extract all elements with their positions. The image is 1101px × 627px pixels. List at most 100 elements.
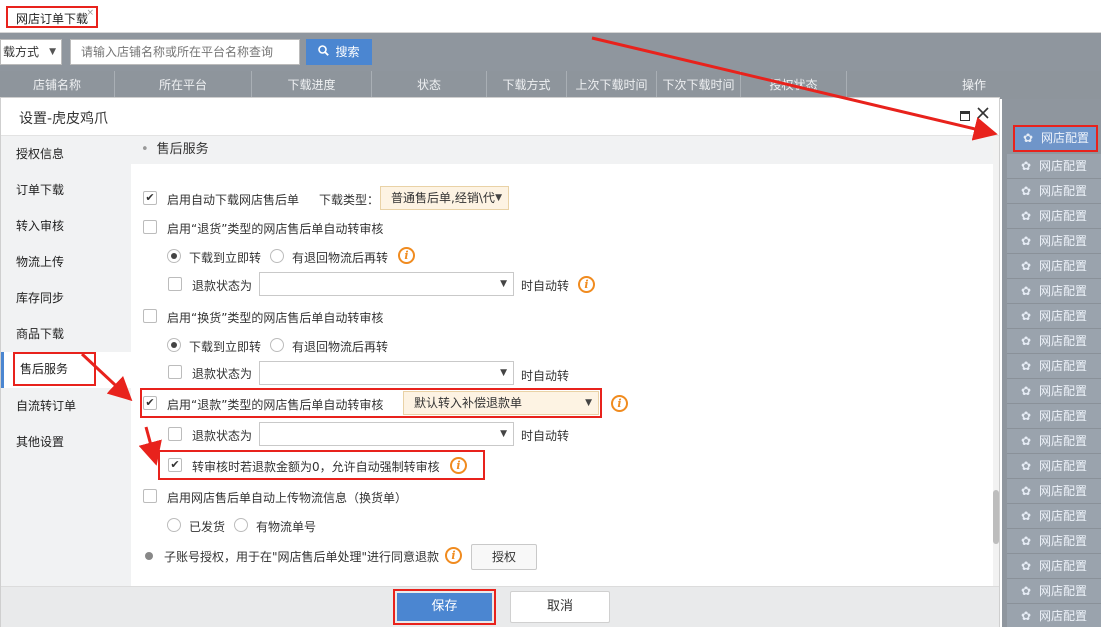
nav-item-label: 商品下载: [16, 327, 65, 341]
force-transfer-checkbox[interactable]: ✔: [168, 458, 182, 472]
gear-icon: ✿: [1021, 334, 1032, 348]
store-config-link[interactable]: ✿ 网店配置: [1007, 479, 1101, 504]
download-type-select[interactable]: 普通售后单,经销\代 ▼: [380, 186, 509, 210]
authorize-button[interactable]: 授权: [471, 544, 537, 570]
store-config-link[interactable]: ✿ 网店配置: [1007, 579, 1101, 604]
return-refund-status-checkbox[interactable]: [168, 277, 182, 291]
store-config-label: 网店配置: [1039, 259, 1088, 273]
store-config-link[interactable]: ✿ 网店配置: [1007, 229, 1101, 254]
nav-item-transfer-review[interactable]: 转入审核: [1, 208, 131, 244]
store-config-link[interactable]: ✿ 网店配置: [1007, 404, 1101, 429]
tab-bar: 网店订单下载 ×: [0, 0, 1101, 33]
info-icon[interactable]: i: [445, 547, 462, 564]
nav-item-auto-flow-order[interactable]: 自流转订单: [1, 388, 131, 424]
store-config-label: 网店配置: [1039, 309, 1088, 323]
store-config-link[interactable]: ✿ 网店配置: [1007, 279, 1101, 304]
store-config-link[interactable]: ✿ 网店配置: [1007, 254, 1101, 279]
nav-item-other-settings[interactable]: 其他设置: [1, 424, 131, 460]
tab-close-icon[interactable]: ×: [86, 2, 94, 24]
refund-status-label: 退款状态为: [192, 279, 253, 293]
gear-icon: ✿: [1021, 184, 1032, 198]
info-icon[interactable]: i: [398, 247, 415, 264]
save-button[interactable]: 保存: [393, 589, 496, 625]
info-icon[interactable]: i: [611, 395, 628, 412]
shipped-radio[interactable]: [167, 518, 181, 532]
col-last-download: 上次下载时间: [567, 71, 657, 99]
info-icon[interactable]: i: [578, 276, 595, 293]
search-icon: [318, 39, 330, 65]
scrollbar[interactable]: [993, 136, 999, 586]
store-config-link[interactable]: ✿ 网店配置: [1007, 329, 1101, 354]
store-config-link[interactable]: ✿ 网店配置: [1007, 179, 1101, 204]
store-config-link[interactable]: ✿ 网店配置: [1007, 304, 1101, 329]
nav-item-logistics-upload[interactable]: 物流上传: [1, 244, 131, 280]
exchange-after-logistics-radio[interactable]: [270, 338, 284, 352]
gear-icon: ✿: [1021, 434, 1032, 448]
gear-icon: ✿: [1021, 209, 1032, 223]
bullet-icon: •: [141, 142, 149, 157]
store-config-link[interactable]: ✿ 网店配置: [1007, 429, 1101, 454]
auto-transfer-suffix: 时自动转: [521, 369, 570, 383]
return-now-label: 下载到立即转: [189, 251, 262, 265]
nav-item-label: 售后服务: [13, 352, 96, 386]
store-config-link[interactable]: ✿ 网店配置: [1007, 154, 1101, 179]
exchange-refund-status-select[interactable]: ▼: [259, 361, 514, 385]
nav-item-auth-info[interactable]: 授权信息: [1, 136, 131, 172]
dialog-title: 设置-虎皮鸡爪: [19, 111, 109, 127]
upload-logistics-checkbox[interactable]: [143, 489, 157, 503]
return-after-logistics-radio[interactable]: [270, 249, 284, 263]
store-config-label: 网店配置: [1039, 209, 1088, 223]
shipped-label: 已发货: [189, 520, 226, 534]
exchange-after-logistics-label: 有退回物流后再转: [292, 340, 389, 354]
return-now-radio[interactable]: [167, 249, 181, 263]
nav-item-label: 自流转订单: [16, 399, 77, 413]
info-icon[interactable]: i: [450, 457, 467, 474]
download-type-label: 下载类型：: [319, 193, 380, 207]
refund-status-select[interactable]: ▼: [259, 422, 514, 446]
gear-icon: ✿: [1021, 409, 1032, 423]
store-config-link[interactable]: ✿ 网店配置: [1007, 529, 1101, 554]
store-config-label: 网店配置: [1039, 459, 1088, 473]
col-progress: 下载进度: [252, 71, 372, 99]
refund-target-select[interactable]: 默认转入补偿退款单 ▼: [403, 391, 599, 415]
store-search-input[interactable]: [70, 39, 300, 65]
col-download-mode: 下载方式: [487, 71, 567, 99]
return-goods-checkbox[interactable]: [143, 220, 157, 234]
store-config-link[interactable]: ✿ 网店配置: [1013, 125, 1098, 152]
store-config-link[interactable]: ✿ 网店配置: [1007, 554, 1101, 579]
store-config-link[interactable]: ✿ 网店配置: [1007, 504, 1101, 529]
nav-item-after-sales[interactable]: 售后服务: [1, 352, 131, 388]
refund-status-checkbox[interactable]: [168, 427, 182, 441]
gear-icon: ✿: [1021, 284, 1032, 298]
auto-download-checkbox[interactable]: ✔: [143, 191, 157, 205]
nav-item-product-download[interactable]: 商品下载: [1, 316, 131, 352]
refund-checkbox[interactable]: ✔: [143, 396, 157, 410]
store-config-link[interactable]: ✿ 网店配置: [1007, 454, 1101, 479]
cancel-button[interactable]: 取消: [510, 591, 610, 623]
exchange-refund-status-checkbox[interactable]: [168, 365, 182, 379]
return-refund-status-select[interactable]: ▼: [259, 272, 514, 296]
store-config-link[interactable]: ✿ 网店配置: [1007, 604, 1101, 627]
store-config-link[interactable]: ✿ 网店配置: [1007, 379, 1101, 404]
nav-item-label: 库存同步: [16, 291, 65, 305]
gear-icon: ✿: [1021, 309, 1032, 323]
col-store-name: 店铺名称: [0, 71, 115, 99]
download-mode-select[interactable]: 载方式 ▼: [0, 39, 62, 65]
nav-item-stock-sync[interactable]: 库存同步: [1, 280, 131, 316]
chevron-down-icon: ▼: [500, 429, 507, 439]
exchange-now-radio[interactable]: [167, 338, 181, 352]
nav-item-order-download[interactable]: 订单下载: [1, 172, 131, 208]
search-button[interactable]: 搜索: [306, 39, 372, 65]
tab-online-order-download[interactable]: 网店订单下载 ×: [6, 6, 99, 28]
exchange-checkbox[interactable]: [143, 309, 157, 323]
auto-transfer-suffix: 时自动转: [521, 429, 570, 443]
gear-icon: ✿: [1021, 484, 1032, 498]
store-config-link[interactable]: ✿ 网店配置: [1007, 204, 1101, 229]
has-tracking-radio[interactable]: [234, 518, 248, 532]
gear-icon: ✿: [1021, 559, 1032, 573]
scrollbar-thumb[interactable]: [993, 490, 999, 544]
store-config-link[interactable]: ✿ 网店配置: [1007, 354, 1101, 379]
store-config-label: 网店配置: [1039, 609, 1088, 623]
maximize-icon[interactable]: [960, 110, 970, 125]
close-icon[interactable]: [977, 107, 989, 123]
